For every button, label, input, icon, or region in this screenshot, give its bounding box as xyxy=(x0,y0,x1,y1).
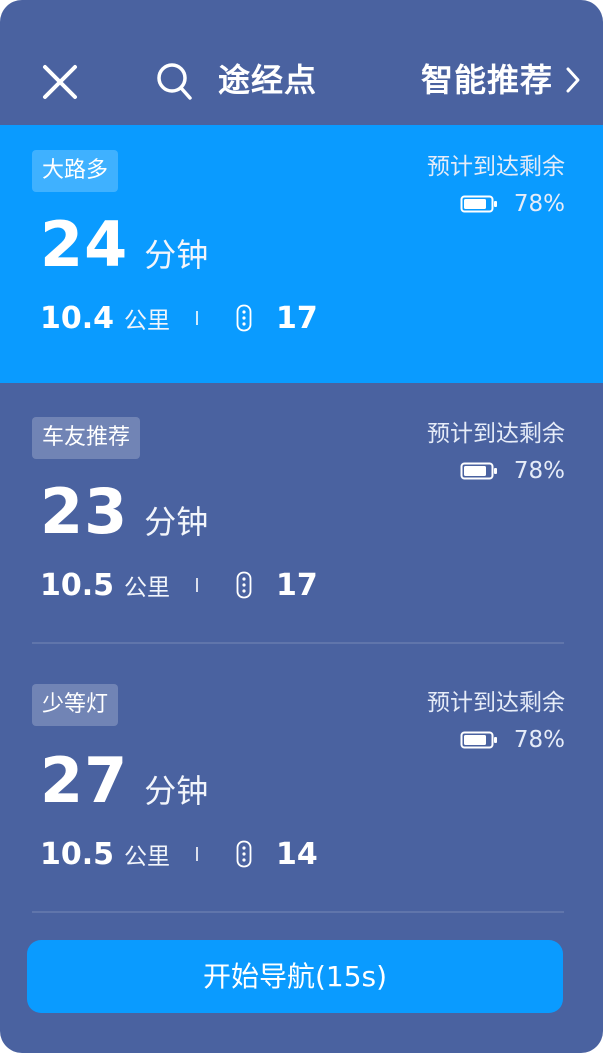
distance-value: 10.5 xyxy=(40,836,115,872)
header: 途经点 智能推荐 xyxy=(0,0,603,125)
battery-icon xyxy=(460,731,497,749)
close-button[interactable] xyxy=(38,60,82,104)
meta-separator xyxy=(196,578,199,592)
arrival-remaining-label: 预计到达剩余 xyxy=(427,690,565,716)
battery-remaining: 78% xyxy=(460,456,565,486)
time-value: 24 xyxy=(40,208,129,281)
time-value: 23 xyxy=(40,475,129,548)
traffic-light-icon xyxy=(236,571,252,599)
time-unit: 分钟 xyxy=(144,236,209,274)
route-time: 27 分钟 xyxy=(40,746,208,816)
route-time: 24 分钟 xyxy=(40,210,208,280)
route-meta: 10.5 公里 14 xyxy=(40,834,318,874)
arrival-remaining-label: 预计到达剩余 xyxy=(427,421,565,447)
route-divider xyxy=(32,911,564,913)
battery-percent: 78% xyxy=(513,191,565,217)
route-card-1[interactable]: 大路多 预计到达剩余 78% 24 分钟 10.4 公里 17 xyxy=(0,125,603,383)
smart-recommend-button[interactable]: 智能推荐 xyxy=(421,58,581,102)
battery-remaining: 78% xyxy=(460,725,565,755)
route-tag: 大路多 xyxy=(32,150,119,192)
battery-icon xyxy=(460,195,497,213)
route-card-3[interactable]: 少等灯 预计到达剩余 78% 27 分钟 10.5 公里 14 xyxy=(0,644,603,912)
meta-separator xyxy=(196,311,199,325)
time-unit: 分钟 xyxy=(144,503,209,541)
meta-separator xyxy=(196,847,199,861)
traffic-light-icon xyxy=(236,304,252,332)
traffic-light-icon xyxy=(236,840,252,868)
traffic-light-count: 17 xyxy=(276,300,318,336)
chevron-right-icon xyxy=(566,67,580,93)
route-tag: 少等灯 xyxy=(32,684,119,726)
distance-unit: 公里 xyxy=(124,575,171,601)
waypoint-button[interactable]: 途经点 xyxy=(218,58,317,102)
battery-percent: 78% xyxy=(513,727,565,753)
time-value: 27 xyxy=(40,744,129,817)
search-icon xyxy=(157,63,192,100)
arrival-remaining-label: 预计到达剩余 xyxy=(427,154,565,180)
route-meta: 10.5 公里 17 xyxy=(40,565,318,605)
route-time: 23 分钟 xyxy=(40,477,208,547)
battery-remaining: 78% xyxy=(460,189,565,219)
time-unit: 分钟 xyxy=(144,772,209,810)
route-panel: 途经点 智能推荐 大路多 预计到达剩余 78% 24 分钟 10.4 公里 17… xyxy=(0,0,603,1053)
route-card-2[interactable]: 车友推荐 预计到达剩余 78% 23 分钟 10.5 公里 17 xyxy=(0,383,603,643)
distance-unit: 公里 xyxy=(124,308,171,334)
distance-value: 10.4 xyxy=(40,300,115,336)
traffic-light-count: 14 xyxy=(276,836,318,872)
smart-recommend-label: 智能推荐 xyxy=(420,61,553,99)
search-button[interactable] xyxy=(155,60,195,102)
distance-unit: 公里 xyxy=(124,844,171,870)
route-meta: 10.4 公里 17 xyxy=(40,298,318,338)
start-navigation-button[interactable]: 开始导航(15s) xyxy=(27,940,563,1013)
battery-percent: 78% xyxy=(513,458,565,484)
traffic-light-count: 17 xyxy=(276,567,318,603)
distance-value: 10.5 xyxy=(40,567,115,603)
route-tag: 车友推荐 xyxy=(32,417,141,459)
battery-icon xyxy=(460,462,497,480)
close-icon xyxy=(43,65,77,99)
